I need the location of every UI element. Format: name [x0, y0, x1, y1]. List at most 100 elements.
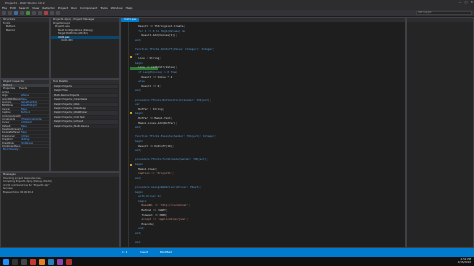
menu-tools[interactable]: Tools	[100, 6, 107, 10]
property-value[interactable]: -1	[21, 128, 49, 130]
run-icon[interactable]	[26, 11, 30, 15]
property-value[interactable]: alNone	[21, 94, 49, 96]
code-line: begin	[135, 162, 144, 166]
insert-mode: Insert	[140, 250, 149, 254]
palette-category[interactable]: Delphi Projects | ActiveX	[52, 120, 118, 124]
property-value[interactable]: crDrag	[21, 135, 49, 137]
palette-category[interactable]: Multi-Device Projects	[52, 93, 118, 98]
property-value[interactable]: bdLeftToRight	[21, 104, 49, 106]
search-icon[interactable]	[12, 258, 18, 265]
tool-palette: Tool Palette Delphi Projects Delphi Files…	[50, 79, 120, 172]
palette-list: Delphi Projects Delphi Files Multi-Device …	[51, 85, 119, 128]
code-editor[interactable]: Unit1.pas Result := TStringList.Create; …	[120, 17, 406, 248]
code-line: end.	[135, 240, 142, 245]
property-name: Caption	[2, 111, 11, 114]
code-line: Result := Value * 2	[135, 74, 173, 79]
property-value[interactable]	[21, 91, 49, 93]
menu-refactor[interactable]: Refactor	[42, 6, 55, 10]
system-clock[interactable]: 2:52 PM 2/15/2018	[458, 258, 471, 264]
code-line: Caption := 'Project1';	[135, 171, 174, 176]
close-icon[interactable]: ✕	[470, 0, 473, 4]
property-grid: Action Align alNone AlignWithMargins False An…	[1, 91, 49, 149]
structure-item[interactable]: Memo1	[1, 29, 49, 32]
property-value[interactable]: Button1	[21, 111, 49, 113]
code-line: Execute;	[135, 221, 155, 226]
code-line: else	[135, 79, 145, 84]
palette-category[interactable]: Delphi Projects | Web	[52, 102, 118, 106]
code-line: Buffer : String;	[135, 106, 165, 111]
property-value[interactable]: (TSizeConstraints)	[21, 118, 49, 120]
app-icon[interactable]	[48, 258, 54, 265]
code-line: end;	[135, 125, 142, 130]
trace-into-icon[interactable]	[56, 11, 60, 15]
palette-category[interactable]: Delphi Projects | WebBroker	[52, 111, 118, 115]
palette-category[interactable]: Delphi Projects | Inheritable	[52, 98, 118, 102]
menu-view[interactable]: View	[32, 6, 39, 10]
menu-component[interactable]: Component	[80, 6, 97, 10]
property-value[interactable]	[21, 115, 49, 117]
code-line: Result := TStringList.Create;	[135, 24, 186, 28]
menu-edit[interactable]: Edit	[10, 6, 16, 10]
property-name: Cancel	[2, 107, 10, 111]
maximize-icon[interactable]: □	[465, 0, 468, 4]
start-icon[interactable]	[3, 258, 9, 265]
menu-search[interactable]: Search	[19, 6, 29, 10]
code-line: procedure TForm1.Button1Click(Sender: TO…	[135, 97, 212, 102]
menu-help[interactable]: Help	[126, 6, 133, 10]
property-name: Align	[2, 94, 8, 97]
property-value[interactable]: False	[21, 98, 49, 100]
property-value[interactable]	[21, 145, 49, 147]
minimize-icon[interactable]: —	[459, 0, 462, 4]
code-line: Line : String;	[135, 56, 161, 61]
app-icon[interactable]	[57, 258, 63, 265]
code-line: Result := DoStuff(10);	[135, 143, 174, 148]
right-dock-panel	[406, 17, 474, 248]
stop-icon[interactable]	[44, 11, 48, 15]
structure-panel: Structure Form1 Button1 Memo1	[0, 17, 50, 79]
run-without-debug-icon[interactable]	[32, 11, 36, 15]
open-icon[interactable]	[8, 11, 12, 15]
message-line: Elapsed time: 00:00:00.4	[3, 190, 34, 194]
menu-file[interactable]: File	[2, 6, 7, 10]
menu-window[interactable]: Window	[111, 6, 123, 10]
save-all-icon[interactable]	[20, 11, 24, 15]
property-name: BiDiMode	[2, 104, 13, 107]
property-value[interactable]: False	[21, 125, 49, 127]
window-title: Project1 - RAD Studio 10.2	[5, 0, 45, 5]
property-name: DragMode	[2, 141, 14, 145]
code-line: var	[135, 51, 140, 56]
palette-category[interactable]: Delphi Files	[52, 89, 118, 93]
property-value[interactable]: False	[21, 131, 49, 133]
property-name: AlignWithMargins	[2, 97, 21, 100]
project-item[interactable]: Unit1.dfm	[51, 39, 119, 42]
step-over-icon[interactable]	[50, 11, 54, 15]
property-value[interactable]: [akLeft,akTop]	[21, 101, 49, 103]
rad-studio-icon[interactable]	[66, 258, 72, 265]
new-icon[interactable]	[2, 11, 6, 15]
palette-category[interactable]: Delphi Projects	[52, 85, 118, 89]
save-icon[interactable]	[14, 11, 18, 15]
menu-run[interactable]: Run	[71, 6, 77, 10]
menu-project[interactable]: Project	[58, 6, 68, 10]
task-view-icon[interactable]	[21, 258, 27, 265]
app-icon[interactable]	[39, 258, 45, 265]
palette-category[interactable]: Delphi Projects | Unit Test	[52, 115, 118, 120]
bookmark-icon	[130, 56, 132, 58]
property-value[interactable]: crDefault	[21, 121, 49, 123]
pause-icon[interactable]	[38, 11, 42, 15]
app-icon[interactable]	[30, 258, 36, 265]
palette-category[interactable]: Delphi Projects | Multi-Device	[52, 124, 118, 128]
bookmark-icon	[130, 112, 132, 114]
property-value[interactable]: dmManual	[21, 142, 49, 144]
status-bar: 1: 1 Insert Modified	[0, 248, 474, 257]
code-line: procedure AssignWebDriver(Driver: TRest)…	[135, 185, 202, 189]
bookmark-icon	[130, 164, 132, 166]
property-value[interactable]: dkDrag	[21, 138, 49, 140]
bind-visually-link[interactable]: Bind Visually...	[1, 148, 49, 151]
code-line: for I := 0 to High(Values) do	[135, 28, 186, 33]
code-line: end;	[135, 231, 142, 235]
ide-insight-search[interactable]: IDE Insight	[416, 11, 472, 15]
code-line: BaseURL := 'http://localhost';	[135, 203, 191, 208]
palette-category[interactable]: Delphi Projects | DataSnap	[52, 106, 118, 111]
property-value[interactable]: False	[21, 108, 49, 110]
